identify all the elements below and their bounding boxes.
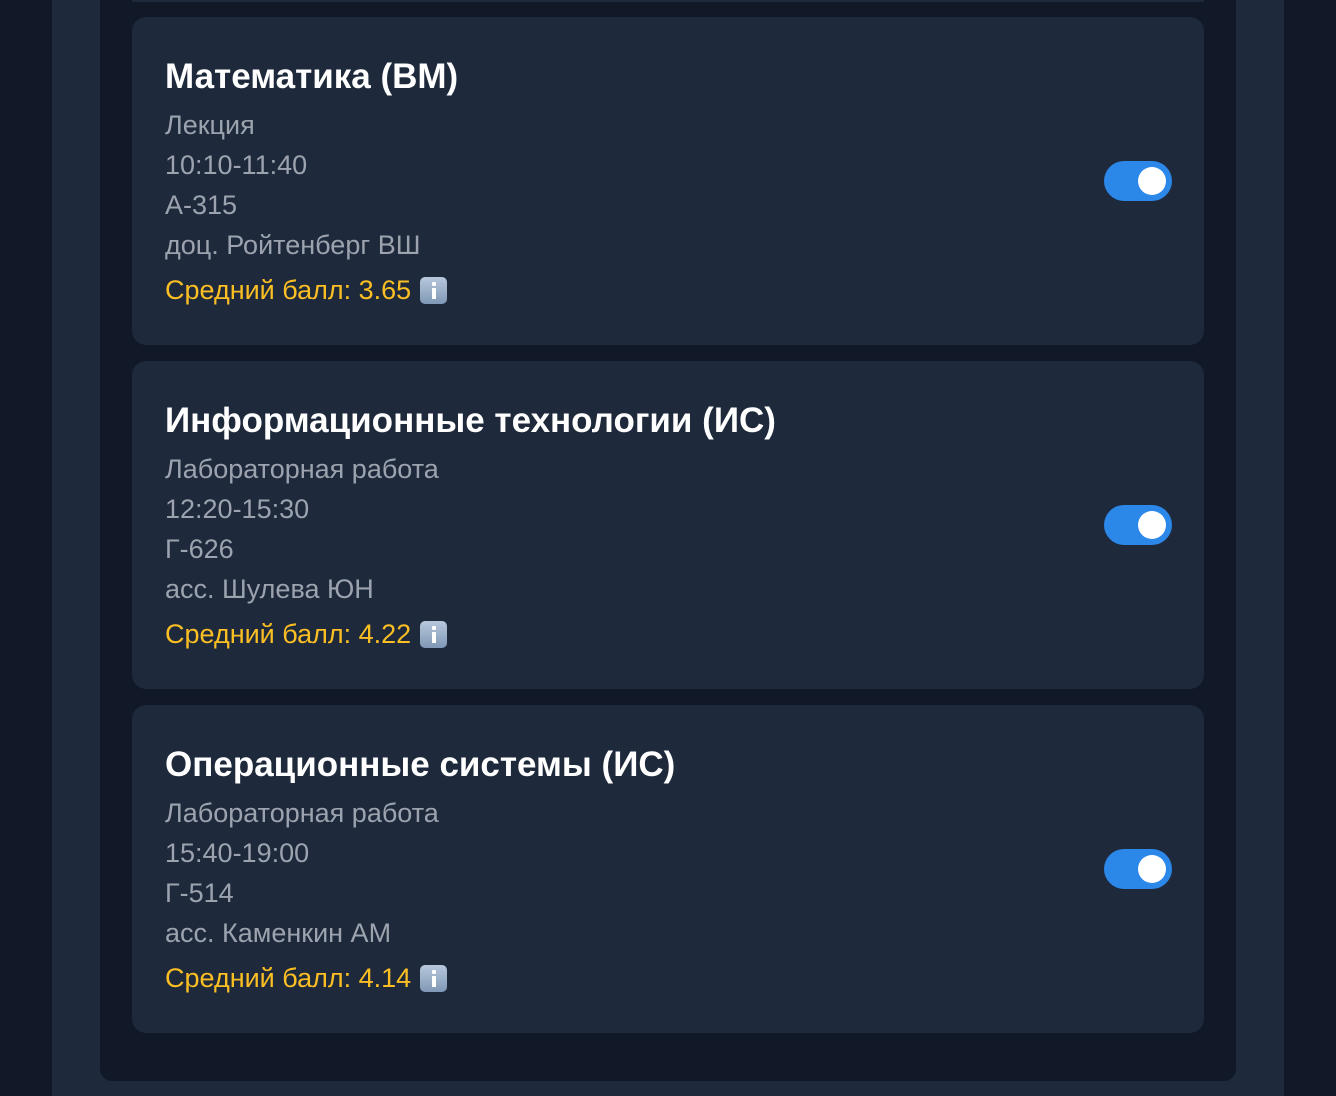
info-icon[interactable] bbox=[420, 620, 448, 648]
toggle-knob bbox=[1138, 511, 1166, 539]
class-room: Г-626 bbox=[165, 534, 234, 564]
class-title: Математика (ВМ) bbox=[165, 57, 459, 96]
class-teacher: асс. Каменкин АМ bbox=[165, 918, 392, 948]
toggle-knob bbox=[1138, 855, 1166, 883]
average-rating-label: Средний балл: 3.65 bbox=[165, 275, 412, 305]
class-teacher: доц. Ройтенберг ВШ bbox=[165, 230, 421, 260]
class-title: Операционные системы (ИС) bbox=[165, 745, 676, 784]
class-toggle[interactable] bbox=[1104, 849, 1172, 889]
average-rating-label: Средний балл: 4.14 bbox=[165, 963, 412, 993]
class-time: 15:40-19:00 bbox=[165, 838, 310, 868]
info-icon[interactable] bbox=[420, 276, 448, 304]
class-room: А-315 bbox=[165, 190, 238, 220]
class-title: Информационные технологии (ИС) bbox=[165, 401, 776, 440]
class-card: Математика (ВМ) Лекция 10:10-11:40 А-315… bbox=[132, 17, 1204, 345]
class-type: Лабораторная работа bbox=[165, 454, 439, 484]
class-card: Информационные технологии (ИС) Лаборатор… bbox=[132, 361, 1204, 689]
info-icon[interactable] bbox=[420, 964, 448, 992]
average-rating: Средний балл: 4.14 bbox=[165, 962, 448, 994]
top-divider bbox=[132, 0, 1204, 2]
class-type: Лекция bbox=[165, 110, 255, 140]
class-teacher: асс. Шулева ЮН bbox=[165, 574, 374, 604]
class-card: Операционные системы (ИС) Лабораторная р… bbox=[132, 705, 1204, 1033]
average-rating: Средний балл: 4.22 bbox=[165, 618, 448, 650]
class-toggle[interactable] bbox=[1104, 505, 1172, 545]
average-rating: Средний балл: 3.65 bbox=[165, 274, 448, 306]
class-type: Лабораторная работа bbox=[165, 798, 439, 828]
class-toggle[interactable] bbox=[1104, 161, 1172, 201]
toggle-knob bbox=[1138, 167, 1166, 195]
average-rating-label: Средний балл: 4.22 bbox=[165, 619, 412, 649]
class-time: 10:10-11:40 bbox=[165, 150, 308, 180]
class-time: 12:20-15:30 bbox=[165, 494, 310, 524]
class-room: Г-514 bbox=[165, 878, 234, 908]
